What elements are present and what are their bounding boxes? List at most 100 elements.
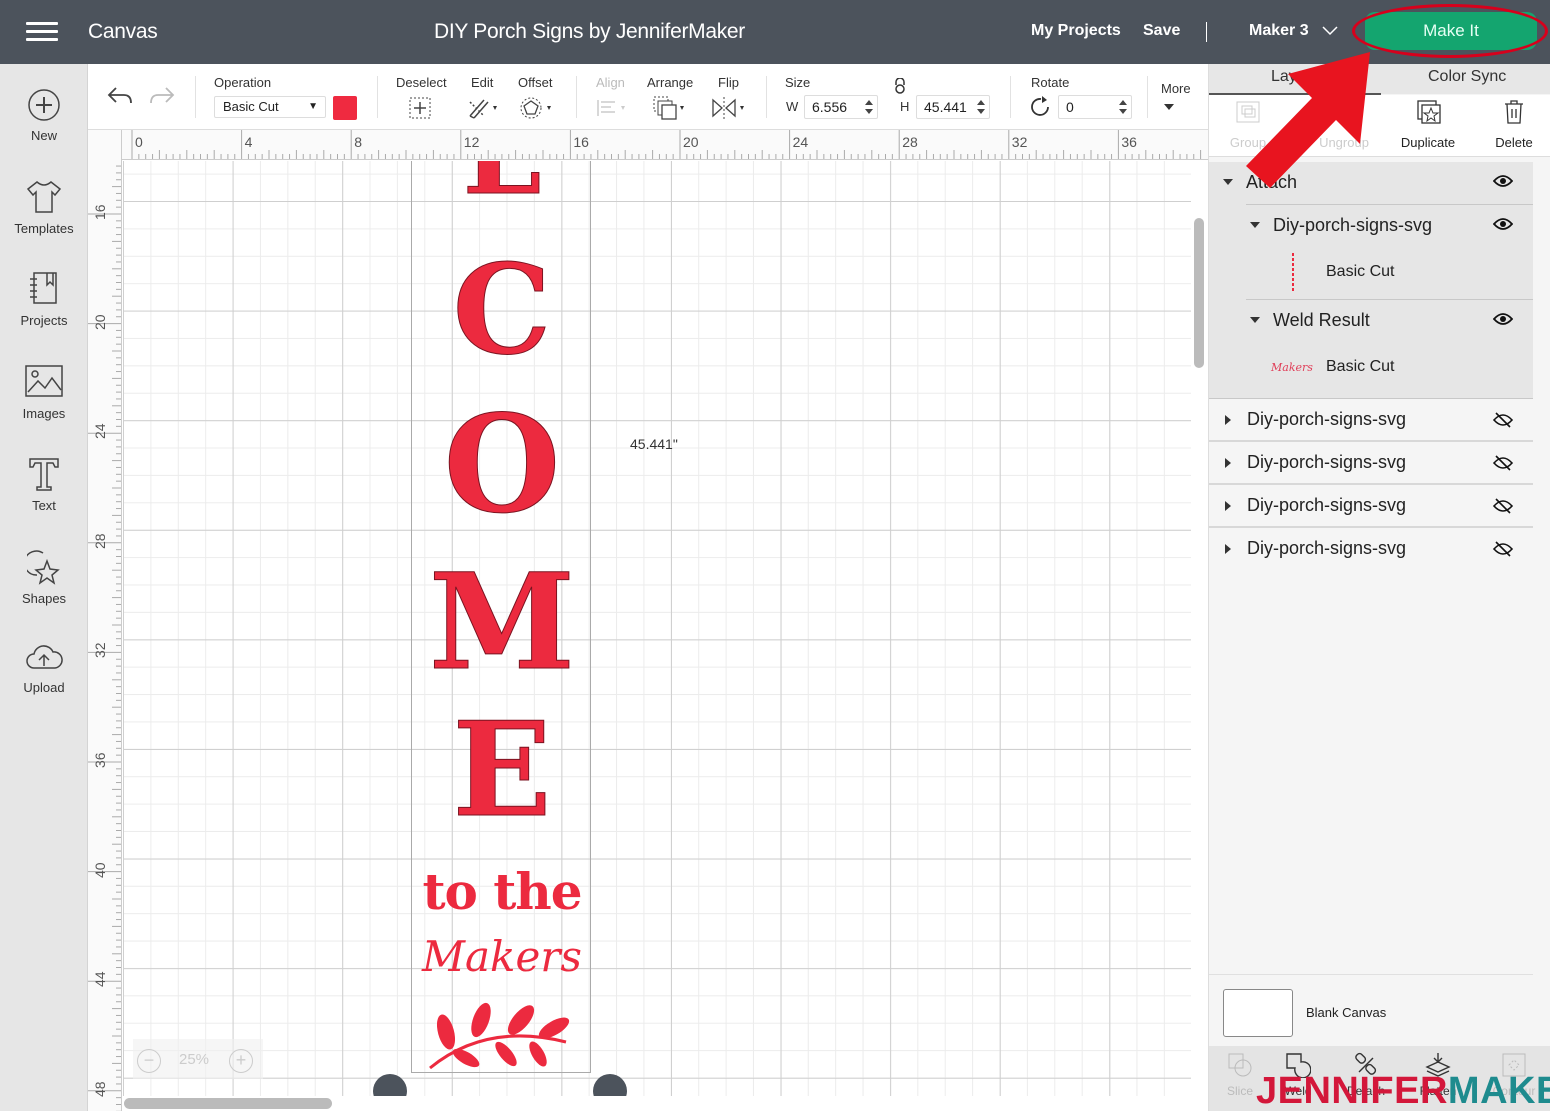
horizontal-scrollbar[interactable]	[124, 1098, 332, 1109]
stepper-icon[interactable]	[977, 99, 985, 115]
operation-value: Basic Cut	[223, 99, 279, 114]
sidebar-item-images[interactable]: Images	[0, 364, 88, 448]
layer-row-attach[interactable]: Attach	[1209, 162, 1533, 204]
zoom-in-button[interactable]: +	[229, 1049, 253, 1073]
ruler-label: 48	[92, 1081, 108, 1097]
height-input[interactable]: 45.441	[916, 95, 990, 119]
expand-triangle-icon[interactable]	[1225, 501, 1231, 511]
arrange-icon[interactable]	[652, 95, 690, 121]
edit-tools-icon[interactable]	[466, 96, 502, 120]
sidebar-item-shapes[interactable]: Shapes	[0, 549, 88, 633]
canvas-color-swatch[interactable]	[1223, 989, 1293, 1037]
detach-button[interactable]: Detach	[1341, 1052, 1391, 1098]
makers-text: Makers	[422, 932, 582, 981]
action-label: Delete	[1495, 135, 1533, 150]
eye-hidden-icon[interactable]	[1493, 411, 1513, 429]
deselect-icon[interactable]	[408, 96, 432, 120]
make-it-button[interactable]: Make It	[1365, 12, 1537, 50]
my-projects-link[interactable]: My Projects	[1031, 22, 1121, 40]
layer-row-weld-result[interactable]: Weld Result	[1209, 300, 1533, 342]
layer-row-hidden[interactable]: Diy-porch-signs-svg	[1209, 528, 1533, 571]
redo-icon[interactable]	[148, 84, 176, 108]
chevron-down-icon[interactable]	[1322, 22, 1338, 38]
zoom-out-button[interactable]: −	[137, 1049, 161, 1073]
lock-handle[interactable]	[373, 1074, 407, 1096]
app-name: Canvas	[88, 20, 158, 43]
eye-hidden-icon[interactable]	[1493, 454, 1513, 472]
height-dimension-label: 45.441"	[630, 436, 678, 452]
top-header: Canvas DIY Porch Signs by JenniferMaker …	[0, 0, 1550, 64]
tool-label: Slice	[1226, 1084, 1253, 1098]
operation-label: Operation	[214, 75, 272, 90]
eye-hidden-icon[interactable]	[1493, 540, 1513, 558]
tab-color-sync[interactable]: Color Sync	[1428, 68, 1506, 86]
layer-row-hidden[interactable]: Diy-porch-signs-svg	[1209, 399, 1533, 442]
layer-row-hidden[interactable]: Diy-porch-signs-svg	[1209, 485, 1533, 528]
save-button[interactable]: Save	[1143, 22, 1180, 40]
ruler-label: 12	[463, 134, 480, 150]
tab-layers[interactable]: Layers	[1271, 68, 1319, 86]
design-canvas[interactable]: L C O M E to the Makers 45.441" − 25%	[123, 161, 1191, 1096]
delete-button[interactable]: Delete	[1479, 99, 1549, 150]
eye-icon[interactable]	[1493, 174, 1513, 188]
more-button[interactable]: More	[1161, 81, 1191, 96]
expand-triangle-icon[interactable]	[1223, 179, 1233, 185]
vertical-scrollbar[interactable]	[1194, 218, 1204, 368]
selected-design[interactable]: L C O M E to the Makers	[411, 161, 591, 1073]
stepper-icon[interactable]	[1119, 99, 1127, 115]
sidebar-item-text[interactable]: Text	[0, 456, 88, 540]
layer-row-hidden[interactable]: Diy-porch-signs-svg	[1209, 442, 1533, 485]
undo-icon[interactable]	[106, 84, 134, 108]
panel-tabs: Layers Color Sync	[1209, 64, 1550, 95]
color-swatch[interactable]	[333, 96, 357, 120]
resize-handle[interactable]	[593, 1074, 627, 1096]
sidebar-item-templates[interactable]: Templates	[0, 179, 88, 263]
expand-triangle-icon[interactable]	[1225, 458, 1231, 468]
tool-label: Flatten	[1419, 1084, 1457, 1098]
rotate-icon[interactable]	[1030, 96, 1052, 118]
sidebar-item-projects[interactable]: Projects	[0, 271, 88, 355]
menu-hamburger-icon[interactable]	[26, 22, 58, 42]
group-button[interactable]: Group	[1213, 99, 1283, 150]
contour-button[interactable]: Contour	[1489, 1052, 1539, 1098]
lock-icon[interactable]	[893, 78, 907, 94]
eye-icon[interactable]	[1493, 217, 1513, 231]
layer-row-diy-porch-signs[interactable]: Diy-porch-signs-svg	[1209, 205, 1533, 247]
layer-name: Diy-porch-signs-svg	[1273, 215, 1433, 235]
ruler-label: 40	[92, 862, 108, 878]
flip-icon[interactable]	[711, 96, 749, 120]
layer-subrow[interactable]: Basic Cut	[1209, 247, 1533, 299]
ungroup-button[interactable]: Ungroup	[1309, 99, 1379, 150]
app-root: Canvas DIY Porch Signs by JenniferMaker …	[0, 0, 1550, 1111]
toolbar-divider	[1147, 76, 1148, 118]
expand-triangle-icon[interactable]	[1225, 544, 1231, 554]
weld-button[interactable]: Weld	[1273, 1052, 1323, 1098]
rotate-input[interactable]: 0	[1058, 95, 1132, 119]
expand-triangle-icon[interactable]	[1250, 317, 1260, 323]
tool-label: Contour	[1492, 1084, 1536, 1098]
offset-icon[interactable]	[520, 96, 556, 120]
width-input[interactable]: 6.556	[804, 95, 878, 119]
sidebar-item-upload[interactable]: Upload	[0, 642, 88, 726]
flatten-button[interactable]: Flatten	[1413, 1052, 1463, 1098]
machine-selector[interactable]: Maker 3	[1249, 22, 1309, 40]
duplicate-button[interactable]: Duplicate	[1393, 99, 1463, 150]
edit-toolbar: Operation Basic Cut ▼ Deselect Edit Offse…	[88, 64, 1208, 130]
arrange-label: Arrange	[647, 75, 694, 90]
eye-icon[interactable]	[1493, 312, 1513, 326]
eye-hidden-icon[interactable]	[1493, 497, 1513, 515]
expand-triangle-icon[interactable]	[1225, 415, 1231, 425]
tool-label: Detach	[1346, 1084, 1386, 1098]
header-divider	[1206, 22, 1207, 42]
caret-down-icon[interactable]	[1164, 104, 1174, 111]
ruler-horizontal: 0 4 8 12 16 20 24 28 32 36	[122, 130, 1208, 160]
slice-button[interactable]: Slice	[1215, 1052, 1265, 1098]
operation-select[interactable]: Basic Cut ▼	[214, 96, 326, 118]
image-icon	[25, 365, 63, 397]
expand-triangle-icon[interactable]	[1250, 222, 1260, 228]
sidebar-item-new[interactable]: New	[0, 88, 88, 172]
stepper-icon[interactable]	[865, 99, 873, 115]
to-the-text: to the	[422, 862, 582, 921]
ruler-label: 20	[92, 314, 108, 330]
layer-subrow[interactable]: Makers Basic Cut	[1209, 342, 1533, 394]
